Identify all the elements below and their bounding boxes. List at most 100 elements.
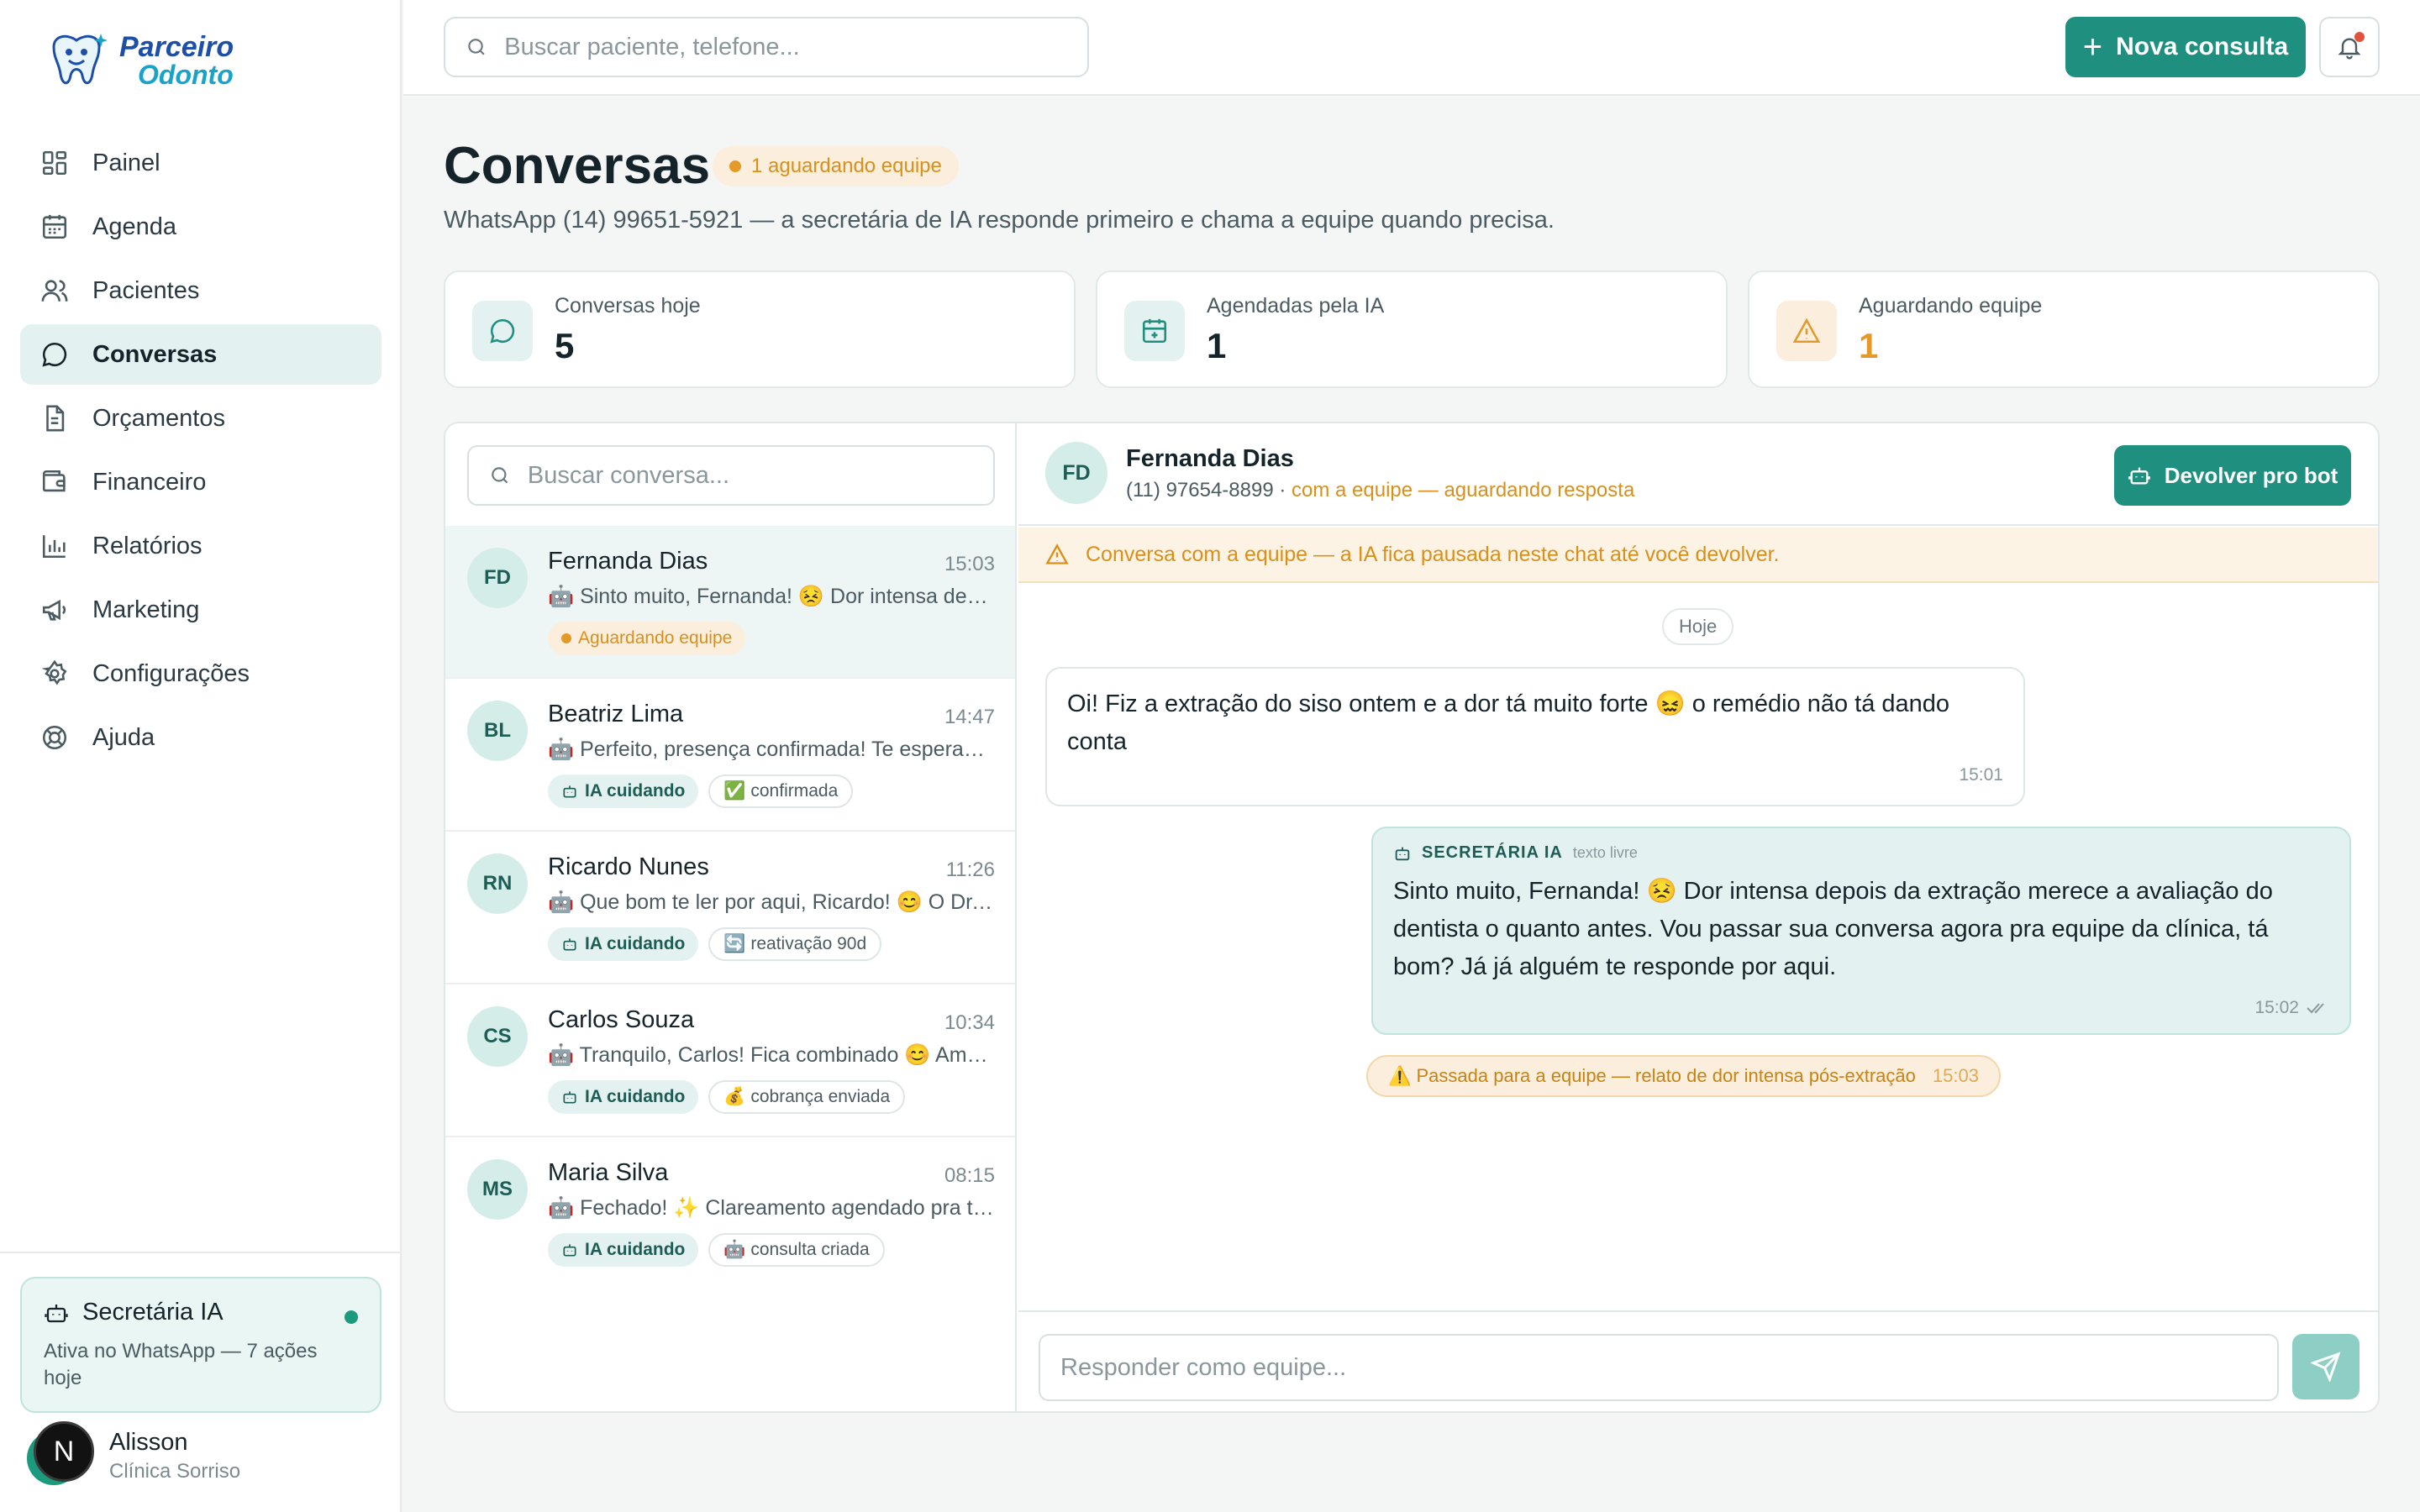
tag-label: IA cuidando xyxy=(585,1240,686,1259)
ai-tag: IA cuidando xyxy=(548,927,699,961)
conversation-list: FD Fernanda Dias 15:03 🤖 Sinto muito, Fe… xyxy=(445,423,1017,1411)
sidebar-item-ajuda[interactable]: Ajuda xyxy=(20,707,381,768)
contact-name: Ricardo Nunes xyxy=(548,853,709,880)
stat-value: 1 xyxy=(1207,326,1227,365)
sidebar-item-agenda[interactable]: Agenda xyxy=(20,197,381,257)
message-preview: 🤖 Perfeito, presença confirmada! Te espe… xyxy=(548,738,995,761)
message-time: 15:03 xyxy=(944,553,995,575)
day-separator: Hoje xyxy=(1662,608,1734,645)
robot-icon xyxy=(1395,847,1410,860)
avatar: RN xyxy=(467,853,528,914)
tag-label: Aguardando equipe xyxy=(578,628,733,648)
sidebar-item-label: Financeiro xyxy=(92,468,207,496)
sidebar-item-pacientes[interactable]: Pacientes xyxy=(20,260,381,321)
sidebar-item-marketing[interactable]: Marketing xyxy=(20,580,381,640)
message-time: 11:26 xyxy=(945,858,995,881)
list-item[interactable]: CS Carlos Souza 10:34 🤖 Tranquilo, Carlo… xyxy=(445,984,1015,1137)
tooth-mascot-icon xyxy=(52,34,108,85)
message-time: 10:34 xyxy=(944,1011,995,1034)
list-item[interactable]: MS Maria Silva 08:15 🤖 Fechado! ✨ Clarea… xyxy=(445,1137,1015,1290)
sidebar-item-configuracoes[interactable]: Configurações xyxy=(20,643,381,704)
stat-label: Conversas hoje xyxy=(555,294,701,318)
document-icon xyxy=(46,405,65,432)
list-item[interactable]: RN Ricardo Nunes 11:26 🤖 Que bom te ler … xyxy=(445,832,1015,984)
contact-name: Beatriz Lima xyxy=(548,701,684,727)
message-preview: 🤖 Que bom te ler por aqui, Ricardo! 😊 O … xyxy=(548,890,995,914)
sidebar-item-relatorios[interactable]: Relatórios xyxy=(20,516,381,576)
message-text: Sinto muito, Fernanda! 😣 Dor intensa dep… xyxy=(1393,878,2273,980)
list-item[interactable]: FD Fernanda Dias 15:03 🤖 Sinto muito, Fe… xyxy=(445,526,1015,679)
stat-card-awaiting: Aguardando equipe 1 xyxy=(1748,270,2380,388)
sidebar-item-label: Ajuda xyxy=(92,723,155,751)
megaphone-icon xyxy=(42,599,66,621)
sidebar-item-label: Conversas xyxy=(92,340,218,368)
robot-icon xyxy=(563,1091,576,1104)
ai-secretary-card[interactable]: Secretária IA Ativa no WhatsApp — 7 açõe… xyxy=(20,1277,381,1413)
search-input[interactable] xyxy=(504,33,1087,61)
chat-phone: (11) 97654-8899 · xyxy=(1126,479,1292,501)
event-tag: ✅ confirmada xyxy=(708,774,854,808)
user-name: Alisson xyxy=(109,1428,188,1456)
ai-tag: IA cuidando xyxy=(548,774,699,808)
handoff-time: 15:03 xyxy=(1932,1065,1979,1086)
sidebar-item-label: Marketing xyxy=(92,596,200,623)
gear-icon xyxy=(41,659,67,685)
message-time-row: 15:02 xyxy=(2254,998,2328,1018)
message-sender: SECRETÁRIA IA xyxy=(1422,843,1563,862)
status-badge-label: 1 aguardando equipe xyxy=(751,155,942,177)
sidebar: Parceiro Odonto Painel Agenda Pacientes … xyxy=(0,0,402,1512)
message-preview: 🤖 Sinto muito, Fernanda! 😣 Dor intensa d… xyxy=(548,585,995,608)
calendar-plus-icon xyxy=(1142,318,1167,344)
avatar: N xyxy=(25,1421,94,1490)
message-preview: 🤖 Tranquilo, Carlos! Fica combinado 😊 Am… xyxy=(548,1043,995,1067)
status-badge: 1 aguardando equipe xyxy=(713,146,959,186)
ai-card-header: Secretária IA xyxy=(44,1299,358,1326)
sidebar-nav: Painel Agenda Pacientes Conversas Orçame… xyxy=(20,133,381,771)
reply-field[interactable] xyxy=(1039,1334,2279,1401)
search-icon xyxy=(492,467,508,484)
event-tag: 💰 cobrança enviada xyxy=(708,1080,906,1114)
status-badge: Aguardando equipe xyxy=(548,622,746,655)
search-icon xyxy=(468,39,485,55)
user-profile[interactable]: N Alisson Clínica Sorriso xyxy=(25,1421,240,1490)
robot-icon xyxy=(45,1304,68,1322)
sidebar-item-financeiro[interactable]: Financeiro xyxy=(20,452,381,512)
avatar-initial: N xyxy=(34,1421,94,1482)
stat-label: Agendadas pela IA xyxy=(1207,294,1385,318)
notifications-button[interactable] xyxy=(2319,17,2380,77)
message-preview: 🤖 Fechado! ✨ Clareamento agendado pra te… xyxy=(548,1196,995,1220)
reply-input[interactable] xyxy=(1060,1353,2277,1382)
avatar: CS xyxy=(467,1006,528,1067)
event-tag: 🔄 reativação 90d xyxy=(708,927,882,961)
tag-row: IA cuidando 💰 cobrança enviada xyxy=(548,1080,906,1114)
dashboard-icon xyxy=(42,150,67,176)
conversations-panel: FD Fernanda Dias 15:03 🤖 Sinto muito, Fe… xyxy=(444,422,2380,1413)
sidebar-item-painel[interactable]: Painel xyxy=(20,133,381,193)
stat-card-conversations: Conversas hoje 5 xyxy=(444,270,1076,388)
sidebar-item-conversas[interactable]: Conversas xyxy=(20,324,381,385)
send-button[interactable] xyxy=(2292,1334,2360,1399)
global-search[interactable] xyxy=(444,17,1089,77)
ai-tag: IA cuidando xyxy=(548,1080,699,1114)
sidebar-item-orcamentos[interactable]: Orçamentos xyxy=(20,388,381,449)
lifebuoy-icon xyxy=(42,725,67,750)
plus-icon: + xyxy=(2082,29,2103,66)
calendar-icon xyxy=(42,214,67,239)
return-to-bot-button[interactable]: Devolver pro bot xyxy=(2114,445,2351,506)
robot-icon xyxy=(563,785,576,798)
robot-icon xyxy=(563,938,576,951)
conversation-search-input[interactable] xyxy=(527,461,993,490)
bar-chart-icon xyxy=(42,535,66,559)
stat-icon-wrap xyxy=(1776,301,1837,361)
chat-icon xyxy=(42,342,67,367)
new-appointment-button[interactable]: + Nova consulta xyxy=(2065,17,2306,77)
stat-icon-wrap xyxy=(1124,301,1185,361)
sidebar-item-label: Configurações xyxy=(92,659,250,687)
ai-tag: IA cuidando xyxy=(548,1233,699,1267)
conversation-search[interactable] xyxy=(467,445,995,506)
brand-logo[interactable]: Parceiro Odonto xyxy=(42,30,234,91)
sidebar-item-label: Painel xyxy=(92,149,160,176)
stat-card-scheduled: Agendadas pela IA 1 xyxy=(1096,270,1728,388)
list-item[interactable]: BL Beatriz Lima 14:47 🤖 Perfeito, presen… xyxy=(445,679,1015,832)
notification-dot xyxy=(2354,32,2365,42)
